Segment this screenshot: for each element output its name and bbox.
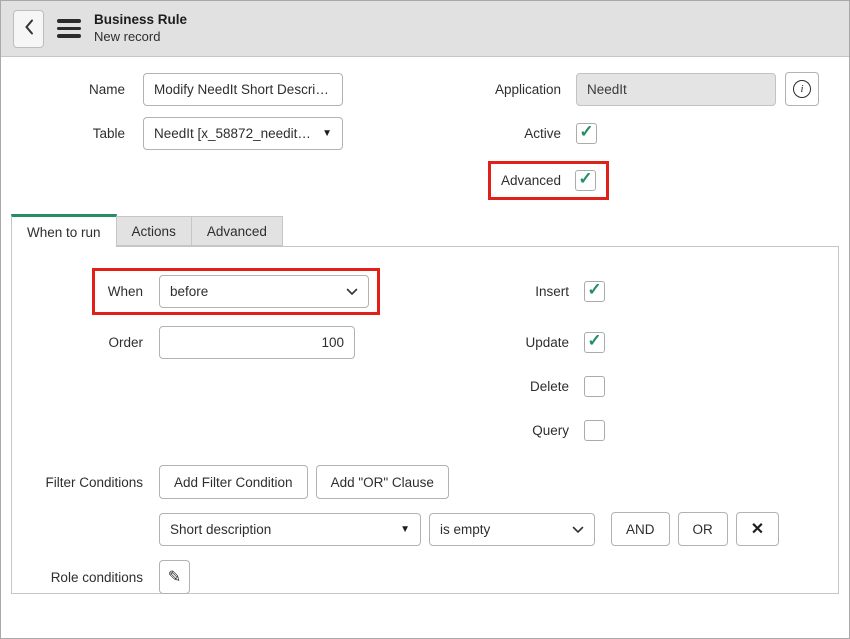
when-to-run-panel: When before Insert ✓ Order <box>11 246 839 594</box>
chevron-down-icon <box>346 284 358 299</box>
page-title: Business Rule <box>94 11 187 29</box>
insert-label: Insert <box>442 284 569 299</box>
advanced-label: Advanced <box>501 173 561 188</box>
chevron-down-icon <box>572 522 584 537</box>
delete-condition-button[interactable]: ✕ <box>736 512 779 546</box>
name-input[interactable]: Modify NeedIt Short Descriptic <box>143 73 343 106</box>
application-input: NeedIt <box>576 73 776 106</box>
order-input[interactable]: 100 <box>159 326 355 359</box>
checkmark-icon: ✓ <box>587 332 601 349</box>
context-menu-icon[interactable] <box>57 19 81 38</box>
panel-row-query: Query <box>12 413 838 447</box>
record-title-block: Business Rule New record <box>94 11 187 45</box>
business-rule-window: Business Rule New record Name Modify Nee… <box>0 0 850 639</box>
checkmark-icon: ✓ <box>578 170 592 187</box>
page-subtitle: New record <box>94 29 187 46</box>
panel-row-filter: Filter Conditions Add Filter Condition A… <box>12 465 838 499</box>
form-row-3: Advanced ✓ <box>1 161 849 200</box>
delete-checkbox[interactable] <box>584 376 605 397</box>
role-conditions-label: Role conditions <box>12 570 143 585</box>
form-header: Business Rule New record <box>1 1 849 57</box>
application-info-button[interactable]: i <box>785 72 819 106</box>
when-label: When <box>103 284 143 299</box>
name-label: Name <box>1 82 125 97</box>
active-label: Active <box>431 126 561 141</box>
filter-condition-row: Short description ▼ is empty AND OR ✕ <box>159 512 838 546</box>
advanced-highlight-box: Advanced ✓ <box>488 161 609 200</box>
checkmark-icon: ✓ <box>579 123 593 140</box>
filter-conditions-label: Filter Conditions <box>12 475 143 490</box>
application-label: Application <box>431 82 561 97</box>
add-filter-condition-button[interactable]: Add Filter Condition <box>159 465 308 499</box>
update-checkbox[interactable]: ✓ <box>584 332 605 353</box>
panel-row-role: Role conditions ✎ <box>12 560 838 594</box>
close-icon: ✕ <box>751 519 764 539</box>
pencil-icon: ✎ <box>168 567 181 587</box>
tab-bar: When to run Actions Advanced <box>11 214 839 246</box>
condition-operator-select[interactable]: is empty <box>429 513 595 546</box>
table-label: Table <box>1 126 125 141</box>
and-button[interactable]: AND <box>611 512 670 546</box>
add-or-clause-button[interactable]: Add "OR" Clause <box>316 465 449 499</box>
panel-row-when: When before Insert ✓ <box>12 268 838 315</box>
tab-actions[interactable]: Actions <box>116 216 192 246</box>
active-checkbox[interactable]: ✓ <box>576 123 597 144</box>
form-row-2: Table NeedIt [x_58872_needit_... ▼ Activ… <box>1 117 849 150</box>
when-select[interactable]: before <box>159 275 369 308</box>
panel-row-order: Order 100 Update ✓ <box>12 325 838 359</box>
record-form: Name Modify NeedIt Short Descriptic Appl… <box>1 57 849 200</box>
dropdown-triangle-icon: ▼ <box>400 524 410 535</box>
update-label: Update <box>442 335 569 350</box>
info-icon: i <box>793 80 811 98</box>
panel-row-delete: Delete <box>12 369 838 403</box>
chevron-left-icon <box>24 19 34 38</box>
query-checkbox[interactable] <box>584 420 605 441</box>
advanced-checkbox[interactable]: ✓ <box>575 170 596 191</box>
tab-advanced[interactable]: Advanced <box>191 216 283 246</box>
form-row-1: Name Modify NeedIt Short Descriptic Appl… <box>1 72 849 106</box>
checkmark-icon: ✓ <box>587 281 601 298</box>
dropdown-triangle-icon: ▼ <box>322 128 332 139</box>
table-select[interactable]: NeedIt [x_58872_needit_... ▼ <box>143 117 343 150</box>
insert-checkbox[interactable]: ✓ <box>584 281 605 302</box>
delete-label: Delete <box>442 379 569 394</box>
condition-field-select[interactable]: Short description ▼ <box>159 513 421 546</box>
back-button[interactable] <box>13 10 44 48</box>
when-highlight-box: When before <box>92 268 380 315</box>
or-button[interactable]: OR <box>678 512 728 546</box>
query-label: Query <box>442 423 569 438</box>
order-label: Order <box>12 335 143 350</box>
edit-role-conditions-button[interactable]: ✎ <box>159 560 190 594</box>
tab-when-to-run[interactable]: When to run <box>11 214 117 247</box>
